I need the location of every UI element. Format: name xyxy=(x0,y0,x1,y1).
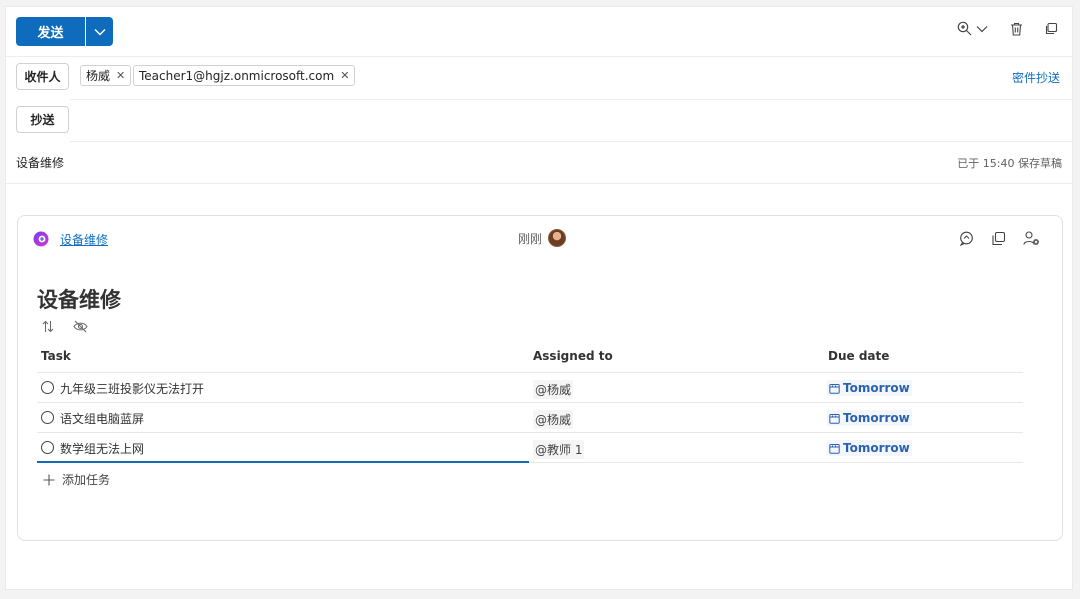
divider xyxy=(70,141,1072,142)
divider xyxy=(6,56,1072,57)
to-button[interactable]: 收件人 xyxy=(16,63,69,90)
compose-window: 发送 收件人 杨威 ✕ Teacher1@hgjz.onmicrosoft.co… xyxy=(5,6,1073,590)
delete-icon xyxy=(1011,22,1022,36)
recipient-chip[interactable]: 杨威 ✕ xyxy=(80,65,132,86)
focus-underline xyxy=(37,461,529,463)
popout-icon xyxy=(1045,22,1058,35)
share-access-button[interactable] xyxy=(1023,231,1040,246)
sort-icon xyxy=(42,320,54,333)
avatar[interactable] xyxy=(548,229,567,247)
chevron-down-icon xyxy=(976,25,988,32)
table-row: 九年级三班投影仪无法打开 @杨威 Tomorrow xyxy=(37,372,1023,402)
recipient-name: 杨威 xyxy=(86,69,111,83)
calendar-icon xyxy=(829,443,840,454)
recipient-chip[interactable]: Teacher1@hgjz.onmicrosoft.com ✕ xyxy=(133,65,356,86)
task-title[interactable]: 数学组无法上网 xyxy=(60,440,144,457)
comment-button[interactable] xyxy=(959,231,974,246)
due-date-label: Tomorrow xyxy=(843,381,910,395)
copy-icon xyxy=(992,231,1006,246)
send-button[interactable]: 发送 xyxy=(16,17,85,46)
calendar-icon xyxy=(829,383,840,394)
zoom-button[interactable] xyxy=(957,21,988,36)
eye-off-icon xyxy=(73,320,88,333)
toolbar-icons xyxy=(957,21,1058,36)
task-due-date[interactable]: Tomorrow xyxy=(827,380,912,396)
zoom-in-icon xyxy=(957,21,972,36)
recipient-name: Teacher1@hgjz.onmicrosoft.com xyxy=(139,68,335,83)
send-group: 发送 xyxy=(16,17,113,46)
task-complete-checkbox[interactable] xyxy=(41,441,54,454)
list-title: 设备维修 xyxy=(37,288,121,312)
divider xyxy=(6,183,1072,184)
task-title[interactable]: 语文组电脑蓝屏 xyxy=(60,410,144,427)
sort-button[interactable] xyxy=(42,320,54,333)
loop-component-card: 设备维修 刚刚 设备维修 Task Assigned to Due date 九… xyxy=(17,215,1063,541)
task-complete-checkbox[interactable] xyxy=(41,381,54,394)
presence-indicator: 刚刚 xyxy=(518,229,567,247)
table-row: 数学组无法上网 @教师 1 Tomorrow xyxy=(37,432,1023,462)
draft-saved-status: 已于 15:40 保存草稿 xyxy=(957,157,1062,170)
last-edited-text: 刚刚 xyxy=(518,231,543,246)
list-tools xyxy=(42,320,88,333)
chevron-down-icon xyxy=(94,28,105,35)
popout-button[interactable] xyxy=(1045,22,1058,35)
hide-completed-button[interactable] xyxy=(73,320,88,333)
subject-field[interactable]: 设备维修 xyxy=(16,154,64,171)
due-date-label: Tomorrow xyxy=(843,411,910,425)
divider xyxy=(70,99,1072,100)
task-due-date[interactable]: Tomorrow xyxy=(827,440,912,456)
card-actions xyxy=(959,231,1040,246)
add-task-button[interactable]: 添加任务 xyxy=(43,471,110,488)
remove-recipient-icon[interactable]: ✕ xyxy=(116,69,125,82)
cc-button[interactable]: 抄送 xyxy=(16,106,69,133)
people-settings-icon xyxy=(1023,231,1039,245)
copy-component-button[interactable] xyxy=(991,231,1006,246)
table-row: 语文组电脑蓝屏 @杨威 Tomorrow xyxy=(37,402,1023,432)
task-assignee[interactable]: @教师 1 xyxy=(533,440,585,459)
loop-logo-icon xyxy=(33,231,49,247)
add-task-label: 添加任务 xyxy=(62,473,111,487)
task-complete-checkbox[interactable] xyxy=(41,411,54,424)
send-options-button[interactable] xyxy=(85,17,113,46)
task-assignee[interactable]: @杨威 xyxy=(533,410,574,429)
task-assignee[interactable]: @杨威 xyxy=(533,380,574,399)
remove-recipient-icon[interactable]: ✕ xyxy=(340,69,349,82)
loop-component-link[interactable]: 设备维修 xyxy=(60,231,108,248)
task-title[interactable]: 九年级三班投影仪无法打开 xyxy=(60,380,204,397)
comment-icon xyxy=(959,231,973,246)
bcc-link[interactable]: 密件抄送 xyxy=(1012,69,1060,86)
column-header-due: Due date xyxy=(828,349,890,363)
discard-button[interactable] xyxy=(1010,22,1023,36)
task-due-date[interactable]: Tomorrow xyxy=(827,410,912,426)
due-date-label: Tomorrow xyxy=(843,441,910,455)
column-header-assigned: Assigned to xyxy=(533,349,613,363)
plus-icon xyxy=(43,474,55,485)
column-header-task: Task xyxy=(41,349,71,363)
calendar-icon xyxy=(829,413,840,424)
